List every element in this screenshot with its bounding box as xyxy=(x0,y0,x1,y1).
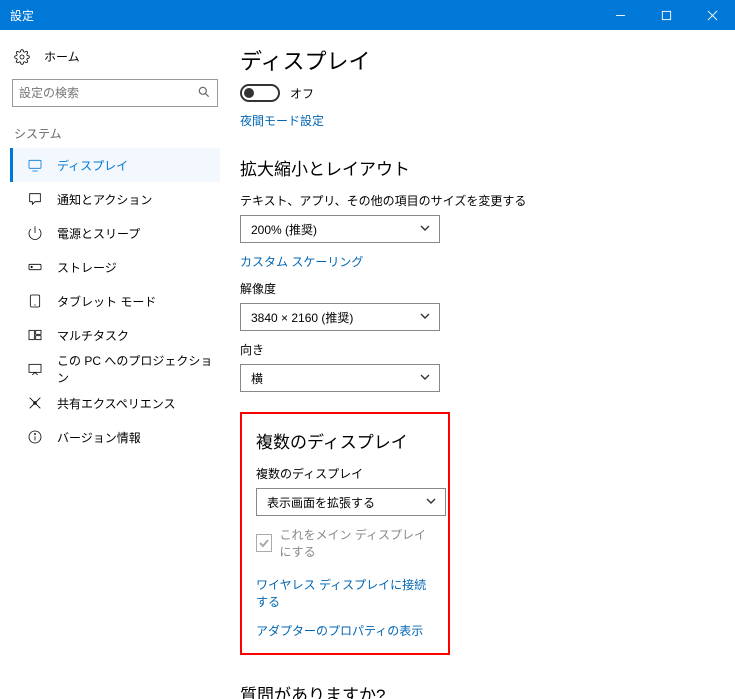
minimize-button[interactable] xyxy=(597,0,643,30)
multi-heading: 複数のディスプレイ xyxy=(256,428,434,453)
nav-power[interactable]: 電源とスリープ xyxy=(10,216,220,250)
nav-item-label: タブレット モード xyxy=(57,293,156,310)
nav-projection[interactable]: この PC へのプロジェクション xyxy=(10,352,220,386)
window-title: 設定 xyxy=(10,7,34,24)
night-mode-toggle[interactable] xyxy=(240,84,280,102)
info-icon xyxy=(27,429,43,445)
nav-item-label: マルチタスク xyxy=(57,327,129,344)
resolution-value: 3840 × 2160 (推奨) xyxy=(251,309,353,326)
window-controls xyxy=(597,0,735,30)
sidebar: ホーム システム ディスプレイ 通知とアクション 電源とスリープ ストレージ xyxy=(0,30,230,699)
multi-value: 表示画面を拡張する xyxy=(267,494,375,511)
projection-icon xyxy=(27,361,43,377)
notification-icon xyxy=(27,191,43,207)
wireless-display-link[interactable]: ワイヤレス ディスプレイに接続する xyxy=(256,576,434,610)
nav-about[interactable]: バージョン情報 xyxy=(10,420,220,454)
power-icon xyxy=(27,225,43,241)
scale-heading: 拡大縮小とレイアウト xyxy=(240,155,715,180)
orientation-value: 横 xyxy=(251,370,263,387)
nav-item-label: バージョン情報 xyxy=(57,429,141,446)
multi-label: 複数のディスプレイ xyxy=(256,465,434,482)
nav-item-label: 電源とスリープ xyxy=(57,225,140,242)
gear-icon xyxy=(14,49,30,65)
size-label: テキスト、アプリ、その他の項目のサイズを変更する xyxy=(240,192,715,209)
section-label: システム xyxy=(10,121,220,148)
help-heading: 質問がありますか? xyxy=(240,681,715,699)
tablet-icon xyxy=(27,293,43,309)
chevron-down-icon xyxy=(419,371,431,386)
nav-item-label: この PC へのプロジェクション xyxy=(57,352,220,386)
share-icon xyxy=(27,395,43,411)
checkbox-label: これをメイン ディスプレイにする xyxy=(280,526,434,560)
nav-notifications[interactable]: 通知とアクション xyxy=(10,182,220,216)
home-link[interactable]: ホーム xyxy=(10,44,220,73)
chevron-down-icon xyxy=(425,495,437,510)
search-input[interactable] xyxy=(12,79,218,107)
adapter-properties-link[interactable]: アダプターのプロパティの表示 xyxy=(256,622,423,639)
custom-scaling-link[interactable]: カスタム スケーリング xyxy=(240,253,363,270)
resolution-select[interactable]: 3840 × 2160 (推奨) xyxy=(240,303,440,331)
storage-icon xyxy=(27,259,43,275)
size-select[interactable]: 200% (推奨) xyxy=(240,215,440,243)
content-area: ディスプレイ オフ 夜間モード設定 拡大縮小とレイアウト テキスト、アプリ、その… xyxy=(230,30,735,699)
resolution-label: 解像度 xyxy=(240,280,715,297)
orientation-label: 向き xyxy=(240,341,715,358)
titlebar: 設定 xyxy=(0,0,735,30)
nav-item-label: 共有エクスペリエンス xyxy=(57,395,176,412)
page-title: ディスプレイ xyxy=(240,44,715,76)
multi-select[interactable]: 表示画面を拡張する xyxy=(256,488,446,516)
nav-storage[interactable]: ストレージ xyxy=(10,250,220,284)
nav-tablet[interactable]: タブレット モード xyxy=(10,284,220,318)
maximize-button[interactable] xyxy=(643,0,689,30)
nav-shared[interactable]: 共有エクスペリエンス xyxy=(10,386,220,420)
nav-multitask[interactable]: マルチタスク xyxy=(10,318,220,352)
multitask-icon xyxy=(27,327,43,343)
toggle-state: オフ xyxy=(290,85,314,102)
size-value: 200% (推奨) xyxy=(251,221,317,238)
display-icon xyxy=(27,157,43,173)
nav-item-label: ストレージ xyxy=(57,259,117,276)
chevron-down-icon xyxy=(419,310,431,325)
orientation-select[interactable]: 横 xyxy=(240,364,440,392)
nav-display[interactable]: ディスプレイ xyxy=(10,148,220,182)
search-field[interactable] xyxy=(19,86,197,100)
chevron-down-icon xyxy=(419,222,431,237)
home-label: ホーム xyxy=(44,48,80,65)
nav-item-label: 通知とアクション xyxy=(57,191,152,208)
night-mode-link[interactable]: 夜間モード設定 xyxy=(240,112,324,129)
main-display-checkbox[interactable] xyxy=(256,534,272,552)
multi-display-highlight: 複数のディスプレイ 複数のディスプレイ 表示画面を拡張する これをメイン ディス… xyxy=(240,412,450,655)
search-icon xyxy=(197,85,211,102)
close-button[interactable] xyxy=(689,0,735,30)
nav-item-label: ディスプレイ xyxy=(57,157,128,174)
